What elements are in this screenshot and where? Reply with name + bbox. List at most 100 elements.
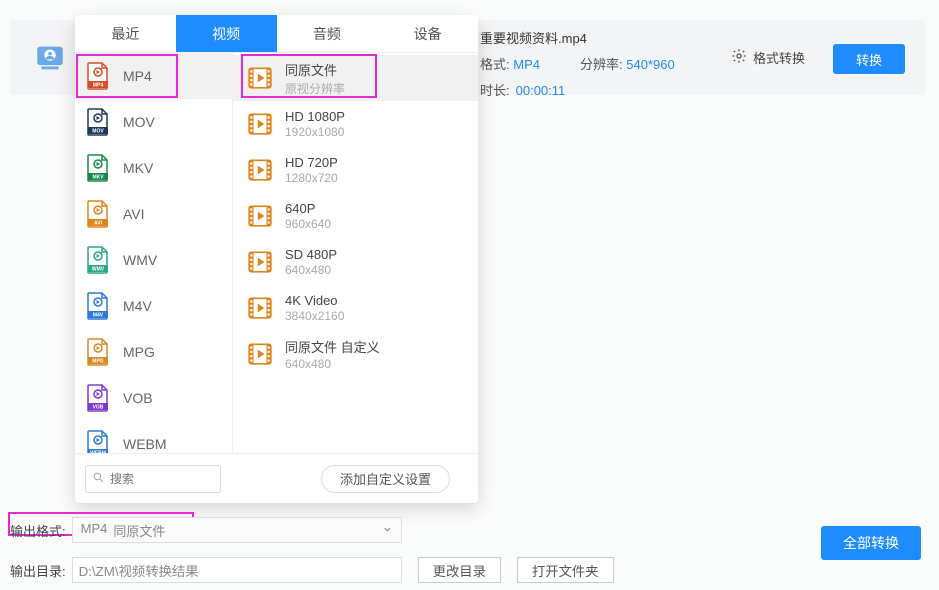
output-format-value: MP4 [81,521,108,540]
svg-text:WEBM: WEBM [90,451,106,454]
format-item-mpg[interactable]: MPG MPG [75,329,232,375]
file-info: 重要视频资料.mp4 格式: MP4 分辨率: 540*960 时长: 00:0… [480,28,675,102]
svg-text:MKV: MKV [92,175,104,181]
film-icon [247,65,273,91]
format-item-wmv[interactable]: WMVWMV [75,237,232,283]
format-picker-popup: 最近 视频 音频 设备 MP4MP4MOVMOVMKVMKVAVIAVIWMVW… [75,15,478,503]
resolution-item[interactable]: 同原文件 自定义640x480 [233,331,478,377]
format-label: MP4 [123,68,152,84]
format-item-mp4[interactable]: MP4 MP4 [75,53,232,99]
change-dir-button[interactable]: 更改目录 [418,557,501,583]
format-item-vob[interactable]: VOB VOB [75,375,232,421]
resolution-sub: 3840x2160 [285,309,344,323]
file-name: 重要视频资料.mp4 [480,28,587,50]
resolution-sub: 1280x720 [285,171,338,185]
resolution-item[interactable]: HD 720P1280x720 [233,147,478,193]
output-dir-input[interactable] [72,557,402,583]
film-icon [247,341,273,367]
convert-all-button[interactable]: 全部转换 [821,526,921,560]
format-list: MP4MP4MOVMOVMKVMKVAVIAVIWMVWMVM4VM4VMPGM… [75,53,233,453]
svg-text:MOV: MOV [92,129,104,135]
file-icon-mkv: MKV [85,153,111,183]
bottom-bar: 输出格式: MP4 同原文件 输出目录: 更改目录 打开文件夹 全部转换 [0,510,939,590]
resolution-item[interactable]: 640P960x640 [233,193,478,239]
resolution-list: 同原文件原视分辨率HD 1080P1920x1080HD 720P1280x72… [233,53,478,453]
output-format-select[interactable]: MP4 同原文件 [72,517,402,543]
resolution-main: HD 1080P [285,109,345,124]
film-icon [247,295,273,321]
file-icon-wmv: WMV [85,245,111,275]
resolution-item[interactable]: SD 480P640x480 [233,239,478,285]
format-label: AVI [123,206,145,222]
svg-text:AVI: AVI [94,221,103,227]
svg-text:MPG: MPG [92,359,104,365]
resolution-main: 同原文件 自定义 [285,337,380,356]
search-icon [92,471,105,487]
svg-text:MP4: MP4 [93,83,104,89]
format-convert-label: 格式转换 [753,48,805,67]
svg-text:VOB: VOB [93,405,104,411]
format-label: MKV [123,160,153,176]
format-label: MPG [123,344,155,360]
resolution-main: 4K Video [285,293,344,308]
resolution-sub: 640x480 [285,263,337,277]
search-box[interactable] [85,465,221,493]
resolution-main: SD 480P [285,247,337,262]
gear-icon [731,48,747,67]
tab-device[interactable]: 设备 [377,15,478,52]
resolution-item[interactable]: 4K Video3840x2160 [233,285,478,331]
resolution-main: 同原文件 [285,60,345,79]
format-item-avi[interactable]: AVI AVI [75,191,232,237]
format-item-mov[interactable]: MOV MOV [75,99,232,145]
file-icon-mp4: MP4 [85,61,111,91]
duration-label: 时长: [480,80,510,102]
format-label: M4V [123,298,152,314]
output-format-value2: 同原文件 [113,521,165,540]
film-icon [247,203,273,229]
film-icon [247,249,273,275]
format-item-mkv[interactable]: MKV MKV [75,145,232,191]
resolution-sub: 原视分辨率 [285,80,345,97]
resolution-sub: 1920x1080 [285,125,345,139]
film-icon [247,157,273,183]
format-value: MP4 [513,57,540,72]
open-folder-button[interactable]: 打开文件夹 [517,557,614,583]
format-label: WEBM [123,436,167,452]
output-format-label: 输出格式: [10,521,66,540]
file-icon-mov: MOV [85,107,111,137]
format-item-m4v[interactable]: M4V M4V [75,283,232,329]
panel-footer: 添加自定义设置 [75,453,478,503]
tab-recent[interactable]: 最近 [75,15,176,52]
chevron-down-icon [382,523,393,538]
duration-value: 00:00:11 [516,80,566,102]
file-icon-vob: VOB [85,383,111,413]
resolution-main: 640P [285,201,331,216]
tab-video[interactable]: 视频 [176,15,277,52]
resolution-item[interactable]: HD 1080P1920x1080 [233,101,478,147]
format-list-scroll[interactable]: MP4MP4MOVMOVMKVMKVAVIAVIWMVWMVM4VM4VMPGM… [75,53,232,453]
format-item-webm[interactable]: WEBM WEBM [75,421,232,453]
tab-audio[interactable]: 音频 [277,15,378,52]
resolution-item[interactable]: 同原文件原视分辨率 [233,55,478,101]
resolution-sub: 640x480 [285,357,380,371]
add-custom-button[interactable]: 添加自定义设置 [321,465,450,493]
film-icon [247,111,273,137]
resolution-value: 540*960 [626,57,674,72]
file-icon-avi: AVI [85,199,111,229]
svg-text:M4V: M4V [93,313,104,319]
format-label: MOV [123,114,155,130]
convert-button[interactable]: 转换 [833,44,905,74]
file-icon-webm: WEBM [85,429,111,453]
svg-text:WMV: WMV [92,267,105,273]
resolution-label: 分辨率: [580,57,623,72]
search-input[interactable] [110,472,214,486]
format-label: 格式: [480,57,510,72]
format-convert-button[interactable]: 格式转换 [731,48,805,67]
file-icon-m4v: M4V [85,291,111,321]
resolution-main: HD 720P [285,155,338,170]
file-thumbnail-icon [20,28,80,88]
output-dir-label: 输出目录: [10,561,66,580]
format-label: VOB [123,390,153,406]
file-icon-mpg: MPG [85,337,111,367]
resolution-sub: 960x640 [285,217,331,231]
